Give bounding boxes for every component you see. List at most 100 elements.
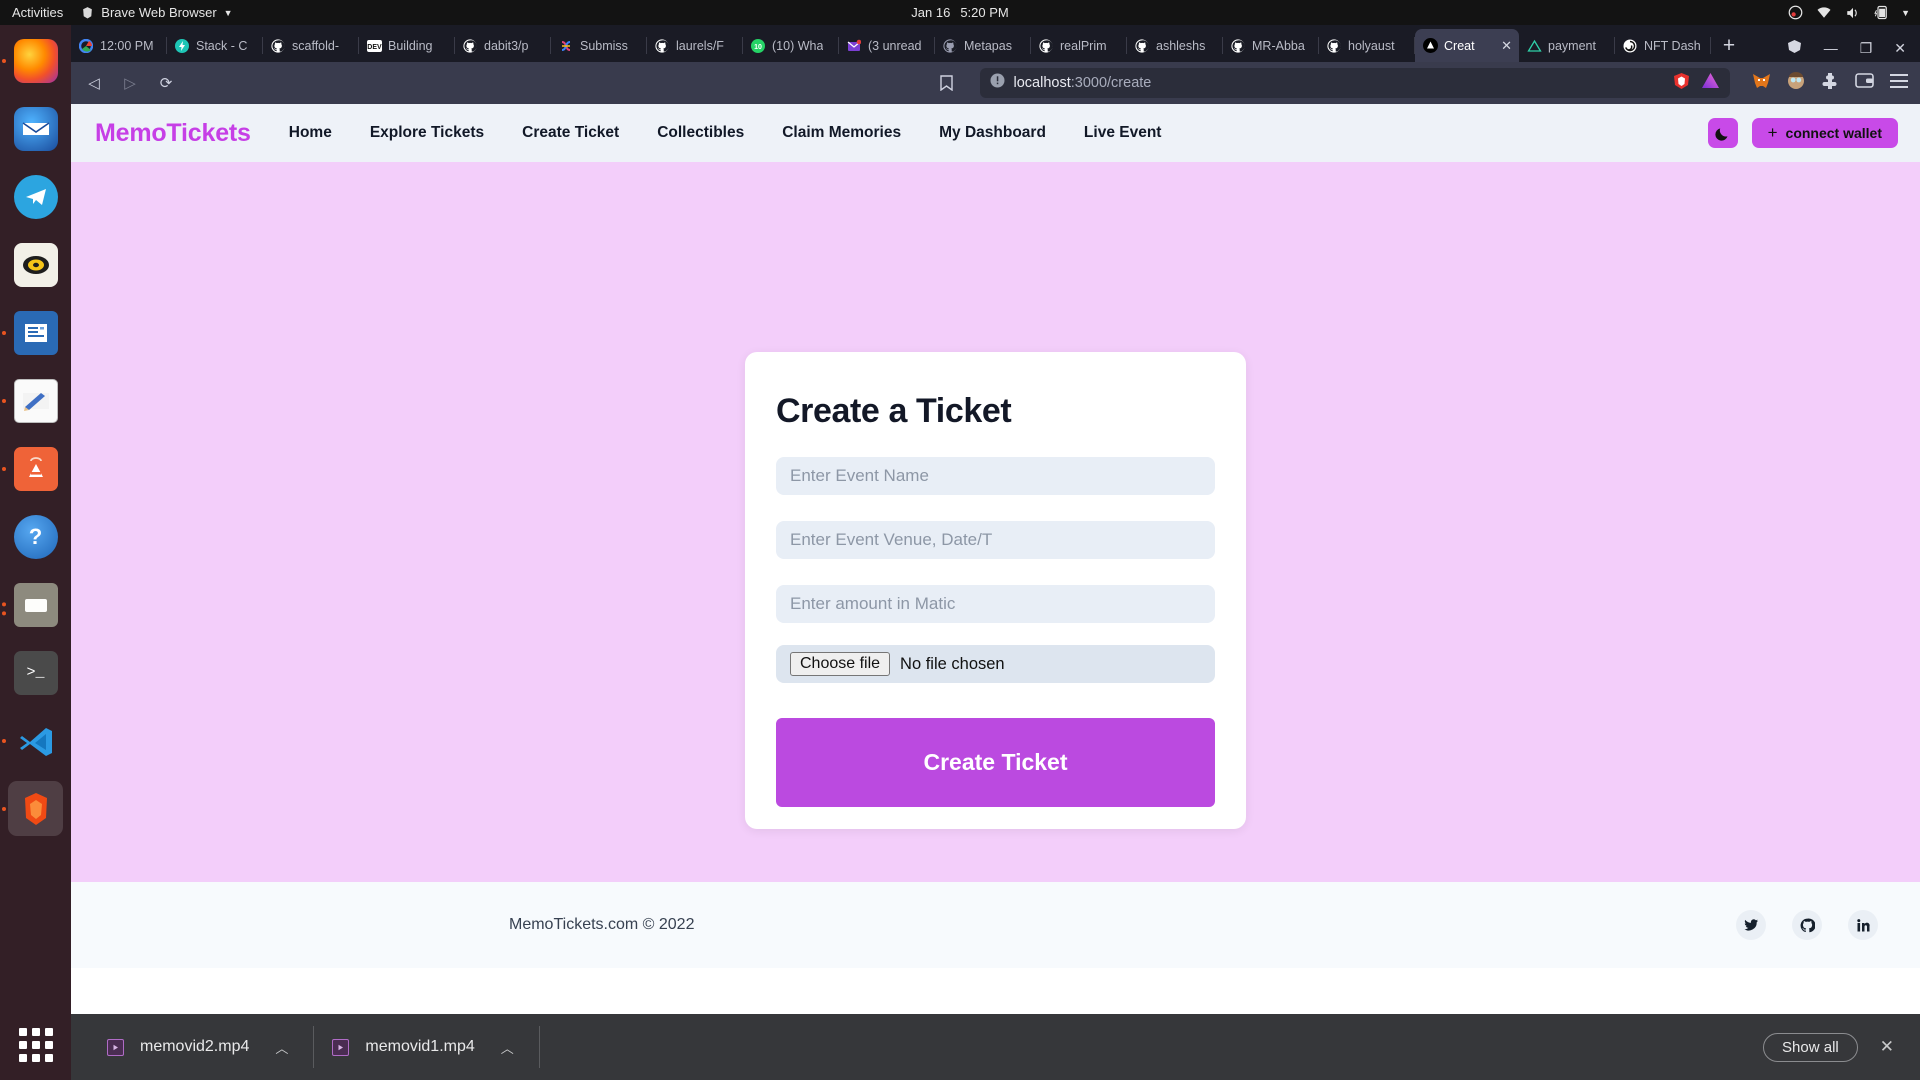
terminal-icon: >_ [13, 650, 58, 695]
show-applications-button[interactable] [18, 1028, 53, 1062]
site-info-icon[interactable] [990, 73, 1005, 93]
forward-button[interactable]: ▷ [119, 72, 141, 94]
github-icon [654, 38, 670, 54]
wallet-icon[interactable] [1855, 72, 1874, 94]
menu-icon[interactable] [1890, 73, 1908, 93]
linkedin-icon[interactable] [1848, 910, 1878, 940]
close-window-button[interactable]: ✕ [1894, 40, 1906, 57]
dock-item-files[interactable] [2, 577, 63, 632]
event-amount-input[interactable]: Enter amount in Matic [776, 585, 1215, 623]
browser-tab[interactable]: scaffold- [263, 29, 359, 62]
nav-link-explore-tickets[interactable]: Explore Tickets [370, 124, 484, 142]
dock-item-thunderbird[interactable] [8, 101, 63, 156]
svg-text:10: 10 [754, 44, 762, 51]
dock-item-libreoffice-writer[interactable] [2, 305, 63, 360]
grid-dot [44, 1054, 53, 1062]
event-venue-input[interactable]: Enter Event Venue, Date/T [776, 521, 1215, 559]
browser-tab[interactable]: 10 (10) Wha [743, 29, 839, 62]
puzzle-icon[interactable] [1821, 72, 1839, 95]
reload-button[interactable]: ⟳ [155, 72, 177, 94]
new-tab-button[interactable]: + [1711, 29, 1747, 62]
browser-tab[interactable]: Metapas [935, 29, 1031, 62]
grid-dot [44, 1028, 53, 1036]
clock[interactable]: Jan 16 5:20 PM [911, 5, 1008, 20]
nav-link-collectibles[interactable]: Collectibles [657, 124, 744, 142]
chevron-down-icon: ▼ [223, 7, 233, 18]
dock-item-brave[interactable] [2, 781, 63, 836]
dock-item-telegram[interactable] [8, 169, 63, 224]
brave-icon [83, 7, 93, 19]
triangle-icon[interactable] [1701, 72, 1720, 94]
download-item[interactable]: memovid2.mp4 ︿ [89, 1024, 315, 1070]
bookmark-icon[interactable] [936, 72, 958, 94]
grid-dot [44, 1041, 53, 1049]
brave-shield-icon[interactable] [1673, 72, 1690, 95]
browser-tab[interactable]: Submiss [551, 29, 647, 62]
site-logo[interactable]: MemoTickets [95, 119, 251, 148]
activities-button[interactable]: Activities [12, 5, 63, 20]
file-status-label: No file chosen [900, 654, 1005, 673]
browser-tab[interactable]: realPrim [1031, 29, 1127, 62]
ubuntu-dock: ? >_ [0, 25, 71, 1080]
download-item[interactable]: memovid1.mp4 ︿ [314, 1024, 541, 1070]
nav-link-create-ticket[interactable]: Create Ticket [522, 124, 619, 142]
connect-wallet-label: connect wallet [1785, 125, 1882, 141]
dock-item-firefox[interactable] [2, 33, 63, 88]
nav-link-my-dashboard[interactable]: My Dashboard [939, 124, 1046, 142]
dock-item-terminal[interactable]: >_ [8, 645, 63, 700]
triangle-outline-icon [1526, 38, 1542, 54]
create-ticket-button[interactable]: Create Ticket [776, 718, 1215, 807]
tab-title: (10) Wha [772, 38, 824, 53]
browser-tab[interactable]: Stack - C [167, 29, 263, 62]
browser-tab[interactable]: payment [1519, 29, 1615, 62]
address-bar[interactable]: localhost:3000/create [979, 68, 1730, 98]
dock-item-rhythmbox[interactable] [8, 237, 63, 292]
event-name-input[interactable]: Enter Event Name [776, 457, 1215, 495]
chevron-down-icon[interactable]: ▼ [1901, 8, 1910, 18]
back-button[interactable]: ◁ [83, 72, 105, 94]
clock-date: Jan 16 [911, 5, 951, 20]
url-host: localhost [1013, 75, 1071, 91]
dock-item-help[interactable]: ? [8, 509, 63, 564]
svg-text:DEV: DEV [367, 44, 382, 51]
brave-rewards-icon[interactable] [1787, 39, 1802, 57]
browser-tab[interactable]: DEV Building [359, 29, 455, 62]
nav-link-home[interactable]: Home [289, 124, 332, 142]
connect-wallet-button[interactable]: + connect wallet [1751, 118, 1898, 148]
dock-item-ubuntu-software[interactable] [2, 441, 63, 496]
dock-item-text-editor[interactable] [2, 373, 63, 428]
twitter-icon[interactable] [1736, 910, 1766, 940]
dock-item-vscode[interactable] [2, 713, 63, 768]
browser-tab[interactable]: (3 unread [839, 29, 935, 62]
browser-tab[interactable]: holyaust [1319, 29, 1415, 62]
browser-tab[interactable]: NFT Dash [1615, 29, 1711, 62]
system-tray[interactable]: ▼ [1788, 5, 1910, 20]
maximize-button[interactable]: ❐ [1860, 40, 1873, 57]
chevron-up-icon[interactable]: ︿ [501, 1038, 514, 1057]
browser-tab-active[interactable]: Creat ✕ [1415, 29, 1519, 62]
github-icon[interactable] [1792, 910, 1822, 940]
chevron-up-icon[interactable]: ︿ [275, 1038, 288, 1057]
tab-title: (3 unread [868, 38, 922, 53]
browser-tab[interactable]: MR-Abba [1223, 29, 1319, 62]
browser-tab[interactable]: ashleshs [1127, 29, 1223, 62]
browser-tab[interactable]: laurels/F [647, 29, 743, 62]
theme-toggle-button[interactable] [1707, 118, 1738, 148]
extension-avatar-icon[interactable] [1787, 71, 1805, 95]
close-tab-icon[interactable]: ✕ [1501, 38, 1512, 54]
metamask-icon[interactable] [1752, 72, 1771, 95]
file-upload-input[interactable]: Choose file No file chosen [776, 645, 1215, 683]
vscode-icon [14, 719, 58, 763]
show-all-downloads-button[interactable]: Show all [1763, 1032, 1858, 1062]
browser-tab[interactable]: dabit3/p [455, 29, 551, 62]
app-menu[interactable]: Brave Web Browser ▼ [81, 5, 233, 20]
choose-file-button[interactable]: Choose file [790, 652, 891, 676]
browser-tab[interactable]: 12:00 PM [71, 29, 167, 62]
telegram-icon [13, 174, 58, 219]
nav-link-claim-memories[interactable]: Claim Memories [782, 124, 901, 142]
close-download-shelf-button[interactable]: ✕ [1880, 1037, 1894, 1057]
minimize-button[interactable]: — [1824, 40, 1838, 56]
mail-icon [846, 38, 862, 54]
browser-toolbar: ◁ ▷ ⟳ localhost:3000/create [71, 62, 1920, 104]
nav-link-live-event[interactable]: Live Event [1084, 124, 1162, 142]
